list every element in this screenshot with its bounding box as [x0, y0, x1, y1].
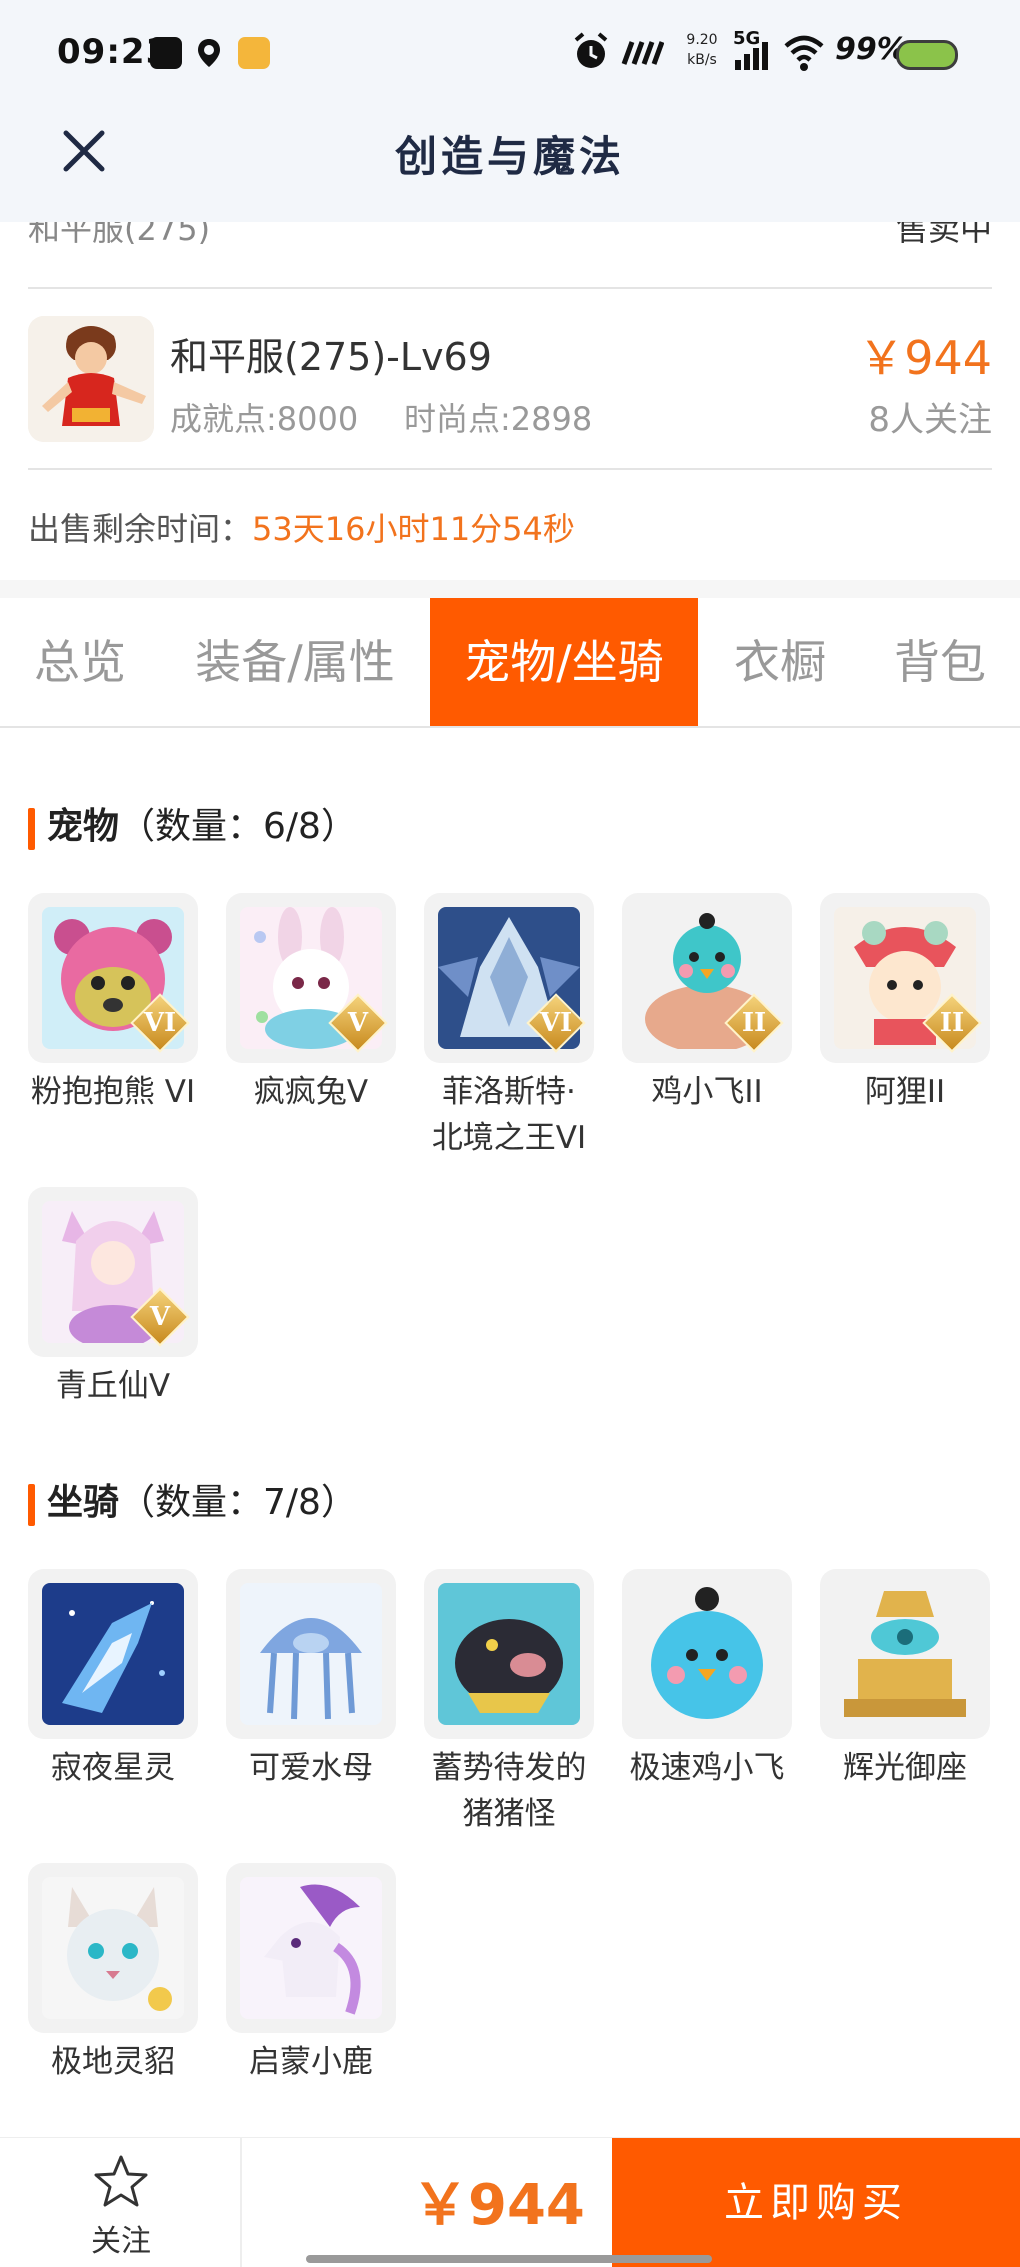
pet-thumbnail: VI: [28, 893, 198, 1063]
section-gap: [0, 580, 1020, 598]
mount-thumbnail: [820, 1569, 990, 1739]
tier-badge: VI: [130, 993, 190, 1053]
mount-image: [240, 1583, 382, 1725]
pet-thumbnail: VI: [424, 893, 594, 1063]
listing-info: 和平服(275) 售卖中 和平服(275)-Lv69 成就点:8000 时尚点:…: [0, 222, 1020, 580]
mount-thumbnail: [424, 1569, 594, 1739]
divider: [28, 287, 992, 289]
mount-name: 寂夜星灵: [51, 1750, 175, 1786]
mount-name: 极速鸡小飞: [629, 1750, 785, 1786]
listing-price: ￥944: [858, 331, 992, 385]
tab-pets-mounts[interactable]: 宠物/坐骑: [430, 598, 698, 726]
sale-status: 售卖中: [895, 222, 992, 248]
mount-image: [42, 1877, 184, 2019]
app-notification-icon: [150, 37, 182, 69]
bottom-action-bar: 关注 ￥944 立即购买: [0, 2137, 1020, 2267]
status-bar: 09:23 9.20 kB/s 5G 99%: [0, 0, 1020, 105]
mount-thumbnail: [28, 1863, 198, 2033]
fashion-points: 时尚点:2898: [404, 400, 593, 438]
pet-name: 鸡小飞II: [651, 1074, 763, 1110]
server-name: 和平服(275): [28, 222, 211, 248]
mount-card[interactable]: 蓄势待发的 猪猪怪: [424, 1569, 594, 1837]
follower-count: 8人关注: [868, 400, 992, 440]
pet-thumbnail: II: [820, 893, 990, 1063]
pet-card[interactable]: VI 粉抱抱熊 VI: [28, 893, 198, 1115]
character-figure: [28, 316, 154, 442]
pet-name: 青丘仙V: [55, 1368, 171, 1404]
mount-name: 极地灵貂: [51, 2044, 175, 2080]
battery-icon: [896, 40, 958, 70]
mount-thumbnail: [226, 1569, 396, 1739]
star-icon: [94, 2155, 148, 2207]
pet-card[interactable]: II 阿狸II: [820, 893, 990, 1115]
bottom-price: ￥944: [412, 2173, 585, 2238]
tab-backpack[interactable]: 背包: [870, 598, 1010, 726]
location-icon: [198, 39, 220, 67]
mount-name: 辉光御座: [843, 1750, 967, 1786]
tier-badge: II: [922, 993, 982, 1053]
tab-overview[interactable]: 总览: [0, 598, 160, 726]
pet-name: 疯疯兔V: [253, 1074, 369, 1110]
pets-section-title: 宠物（数量：6/8）: [47, 806, 357, 847]
follow-button[interactable]: 关注: [0, 2138, 242, 2267]
pet-thumbnail: V: [226, 893, 396, 1063]
remaining-time: 出售剩余时间：53天16小时11分54秒: [28, 504, 575, 550]
pet-card[interactable]: V 青丘仙V: [28, 1187, 198, 1409]
tab-bar: 总览 装备/属性 宠物/坐骑 衣橱 背包: [0, 598, 1020, 728]
mount-image: [240, 1877, 382, 2019]
follow-label: 关注: [91, 2224, 151, 2259]
mount-card[interactable]: 辉光御座: [820, 1569, 990, 1791]
mount-image: [42, 1583, 184, 1725]
mount-name: 蓄势待发的 猪猪怪: [431, 1750, 587, 1832]
wifi-icon: [784, 35, 824, 71]
remaining-time-label: 出售剩余时间：: [28, 510, 253, 548]
buy-now-button[interactable]: 立即购买: [612, 2138, 1020, 2267]
pet-name: 阿狸II: [864, 1074, 946, 1110]
remaining-time-value: 53天16小时11分54秒: [252, 510, 575, 548]
net-speed: 9.20 kB/s: [686, 32, 718, 68]
pet-name: 粉抱抱熊 VI: [30, 1074, 196, 1110]
tier-badge: VI: [526, 993, 586, 1053]
mount-thumbnail: [28, 1569, 198, 1739]
alarm-icon: [574, 32, 608, 68]
tab-wardrobe[interactable]: 衣橱: [710, 598, 850, 726]
pet-card[interactable]: VI 菲洛斯特· 北境之王VI: [424, 893, 594, 1161]
mount-card[interactable]: 极地灵貂: [28, 1863, 198, 2085]
app-notification-icon: [238, 37, 270, 69]
cell-signal-icon: [735, 42, 768, 70]
mount-name: 启蒙小鹿: [249, 2044, 373, 2080]
pet-name: 菲洛斯特· 北境之王VI: [431, 1074, 587, 1156]
tier-badge: II: [724, 993, 784, 1053]
signal-mm-icon: [621, 41, 664, 65]
mounts-section-title: 坐骑（数量：7/8）: [47, 1482, 357, 1523]
mount-card[interactable]: 寂夜星灵: [28, 1569, 198, 1791]
mount-card[interactable]: 可爱水母: [226, 1569, 396, 1791]
mount-card[interactable]: 启蒙小鹿: [226, 1863, 396, 2085]
tab-equipment[interactable]: 装备/属性: [170, 598, 420, 726]
mount-card[interactable]: 极速鸡小飞: [622, 1569, 792, 1791]
pet-card[interactable]: II 鸡小飞II: [622, 893, 792, 1115]
tier-badge: V: [328, 993, 388, 1053]
mount-image: [636, 1583, 778, 1725]
pet-thumbnail: II: [622, 893, 792, 1063]
tier-badge: V: [130, 1287, 190, 1347]
mount-thumbnail: [622, 1569, 792, 1739]
divider: [28, 468, 992, 470]
nav-header: 创造与魔法: [0, 105, 1020, 222]
character-avatar: [28, 316, 154, 442]
character-name: 和平服(275)-Lv69: [170, 335, 492, 379]
section-marker: [28, 808, 35, 850]
mount-thumbnail: [226, 1863, 396, 2033]
server-row: 和平服(275) 售卖中: [28, 222, 992, 250]
mount-name: 可爱水母: [249, 1750, 373, 1786]
pet-thumbnail: V: [28, 1187, 198, 1357]
page-title: 创造与魔法: [394, 132, 625, 181]
top-bar: 09:23 9.20 kB/s 5G 99% 创造与魔法: [0, 0, 1020, 222]
achievement-points: 成就点:8000: [170, 400, 359, 438]
home-indicator[interactable]: [306, 2255, 712, 2263]
mount-image: [438, 1583, 580, 1725]
section-marker: [28, 1484, 35, 1526]
pet-card[interactable]: V 疯疯兔V: [226, 893, 396, 1115]
mount-image: [834, 1583, 976, 1725]
